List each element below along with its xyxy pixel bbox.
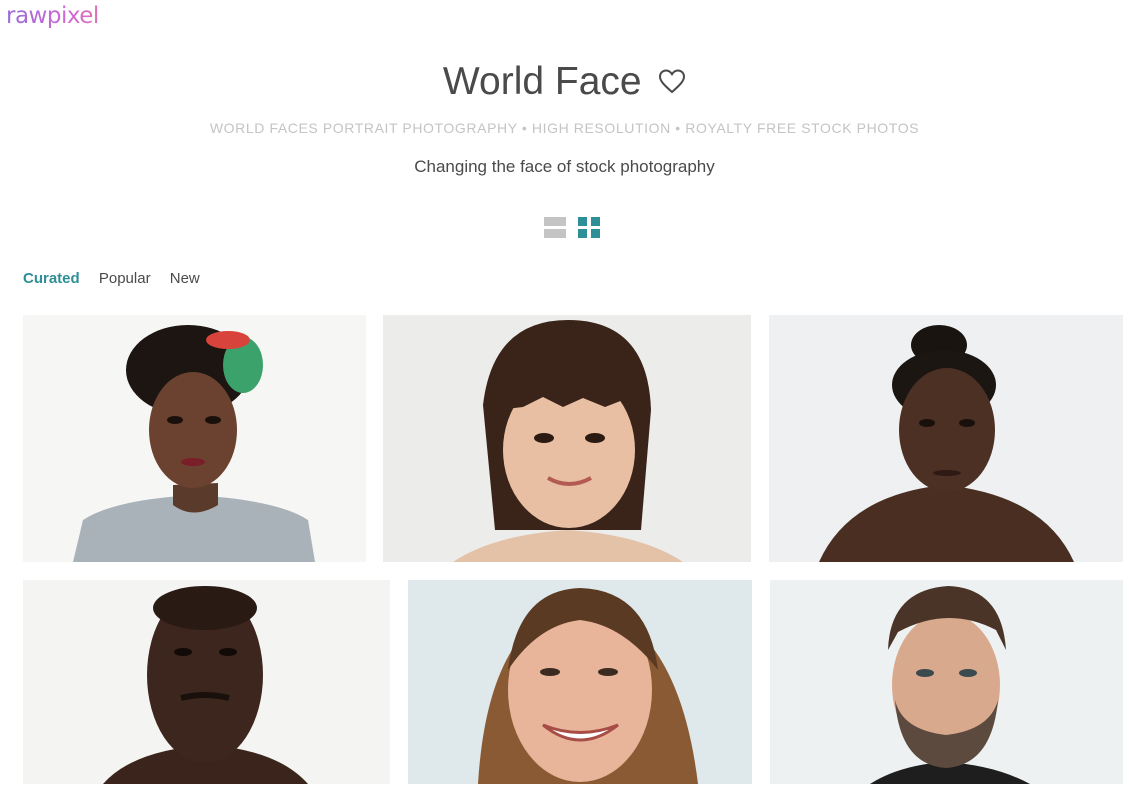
portrait-image xyxy=(769,315,1123,562)
rawpixel-logo[interactable]: rawpixel xyxy=(6,3,99,29)
sort-tabs: Curated Popular New xyxy=(23,270,215,287)
portrait-image xyxy=(23,315,366,562)
photo-tile[interactable] xyxy=(23,580,390,784)
photo-tile[interactable] xyxy=(769,315,1123,562)
grid-view-icon[interactable] xyxy=(578,215,600,238)
photo-tile[interactable] xyxy=(408,580,752,784)
page-title: World Face xyxy=(442,60,642,103)
portrait-image xyxy=(408,580,752,784)
photo-tile[interactable] xyxy=(23,315,366,562)
page-subtitle: Changing the face of stock photography xyxy=(414,157,715,176)
portrait-image xyxy=(770,580,1123,784)
photo-tile[interactable] xyxy=(383,315,751,562)
heart-icon[interactable] xyxy=(658,68,686,96)
page-title-row: World Face xyxy=(0,60,1129,110)
photo-tile[interactable] xyxy=(770,580,1123,784)
portrait-image xyxy=(383,315,751,562)
list-view-icon[interactable] xyxy=(544,215,566,238)
page-tagline: WORLD FACES PORTRAIT PHOTOGRAPHY • HIGH … xyxy=(209,120,920,136)
portrait-image xyxy=(23,580,390,784)
tab-popular[interactable]: Popular xyxy=(99,270,151,287)
view-toggle xyxy=(544,213,604,239)
tab-new[interactable]: New xyxy=(170,270,200,287)
tab-curated[interactable]: Curated xyxy=(23,270,80,287)
